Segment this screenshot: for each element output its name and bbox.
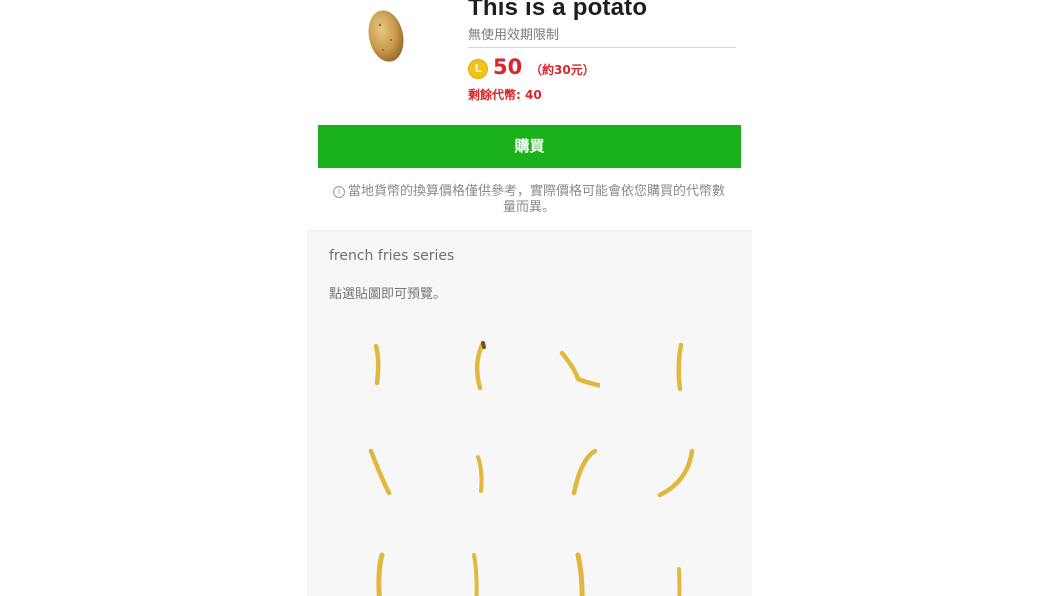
sticker-fry-7[interactable] — [544, 437, 614, 507]
info-icon: i — [332, 186, 345, 198]
notice-text: 當地貨幣的換算價格僅供參考，實際價格可能會依您購買的代幣數量而異。 — [347, 184, 725, 215]
validity-text: 無使用效期限制 — [468, 28, 560, 43]
coin-icon: L — [468, 59, 488, 79]
potato-thumbnail — [368, 10, 404, 62]
price-value: 50 — [493, 55, 523, 79]
currency-notice: i 當地貨幣的換算價格僅供參考，實際價格可能會依您購買的代幣數量而異。 — [328, 184, 730, 216]
sticker-fry-2[interactable] — [444, 331, 514, 401]
sticker-fry-6[interactable] — [444, 437, 514, 507]
series-title: french fries series — [329, 248, 455, 264]
sticker-series-panel: french fries series 點選貼圖即可預覽。 — [307, 230, 752, 596]
sticker-fry-3[interactable] — [530, 331, 600, 401]
buy-button[interactable]: 購買 — [318, 125, 741, 168]
product-title: This is a potato — [468, 0, 648, 21]
sticker-fry-9[interactable] — [344, 547, 414, 596]
sticker-fry-1[interactable] — [344, 331, 414, 401]
remaining-coins: 剩餘代幣: 40 — [468, 88, 542, 102]
sticker-fry-5[interactable] — [344, 437, 414, 507]
sticker-fry-8[interactable] — [644, 437, 714, 507]
divider — [468, 47, 736, 48]
product-page: This is a potato 無使用效期限制 L 50 （約30元） 剩餘代… — [0, 0, 1060, 596]
sticker-fry-12[interactable] — [644, 547, 714, 596]
coin-letter: L — [474, 62, 482, 75]
series-hint: 點選貼圖即可預覽。 — [329, 287, 447, 302]
sticker-fry-10[interactable] — [440, 547, 510, 596]
price-conversion: （約30元） — [530, 63, 595, 77]
sticker-fry-4[interactable] — [645, 331, 715, 401]
sticker-fry-11[interactable] — [544, 547, 614, 596]
